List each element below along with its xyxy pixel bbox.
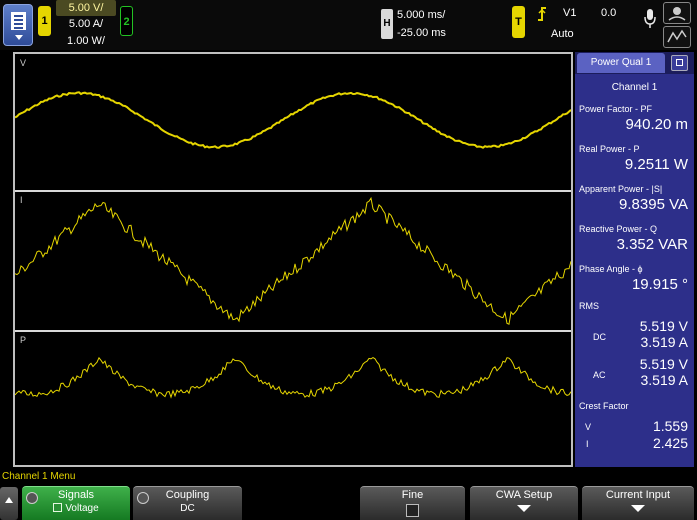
submenu-arrow-icon bbox=[517, 505, 531, 512]
current-pane-label: I bbox=[20, 195, 23, 205]
trigger-mode[interactable]: Auto bbox=[551, 28, 574, 40]
real-power-value: 9.2511 W bbox=[624, 156, 688, 173]
current-input-softkey[interactable]: Current Input bbox=[582, 486, 694, 520]
voltage-pane-label: V bbox=[20, 58, 27, 68]
signals-value-row: Voltage bbox=[22, 503, 130, 514]
current-input-label: Current Input bbox=[605, 489, 671, 501]
waveform-traces bbox=[15, 91, 571, 399]
scale-power[interactable]: 1.00 W/ bbox=[56, 33, 116, 49]
crest-i-label: I bbox=[586, 439, 589, 449]
pf-value: 940.20 m bbox=[625, 116, 688, 133]
real-power-label: Real Power - P bbox=[579, 144, 640, 154]
checkbox-icon bbox=[53, 503, 63, 512]
phase-angle-label: Phase Angle - ϕ bbox=[579, 264, 643, 274]
crest-i-value: 2.425 bbox=[652, 435, 688, 451]
auto-scale-button[interactable] bbox=[663, 26, 691, 48]
menu-up-button[interactable] bbox=[0, 487, 18, 520]
softkey-knob-icon bbox=[137, 492, 149, 504]
pf-label: Power Factor - PF bbox=[579, 104, 653, 114]
softkey-knob-icon bbox=[26, 492, 38, 504]
main-menu-button[interactable] bbox=[3, 4, 33, 46]
reactive-power-value: 3.352 VAR bbox=[616, 236, 688, 253]
panel-channel: Channel 1 bbox=[611, 82, 658, 93]
fine-checkbox-icon bbox=[406, 504, 419, 517]
trigger-level[interactable]: 0.0 bbox=[601, 7, 616, 19]
apparent-power-label: Apparent Power - |S| bbox=[579, 184, 663, 194]
channel-1-tag[interactable]: 1 bbox=[38, 6, 51, 36]
cwa-setup-softkey[interactable]: CWA Setup bbox=[470, 486, 578, 520]
power-quality-panel: Power Qual 1 Channel 1 Power Factor - PF… bbox=[575, 52, 694, 467]
coupling-label: Coupling bbox=[165, 489, 210, 501]
crest-v-label: V bbox=[585, 422, 592, 432]
chevron-down-icon bbox=[15, 35, 23, 40]
waveform-display[interactable]: V I P bbox=[13, 52, 573, 467]
signals-softkey[interactable]: Signals Voltage bbox=[22, 486, 130, 520]
ac-voltage: 5.519 V bbox=[639, 356, 688, 372]
fine-softkey[interactable]: Fine bbox=[360, 486, 465, 520]
signals-label: Signals bbox=[57, 489, 95, 501]
horizontal-delay[interactable]: -25.00 ms bbox=[397, 27, 446, 39]
panel-tabs: Power Qual 1 bbox=[575, 52, 694, 74]
submenu-arrow-icon bbox=[631, 505, 645, 512]
dc-voltage: 5.519 V bbox=[639, 318, 688, 334]
current-trace bbox=[15, 196, 571, 325]
fine-label: Fine bbox=[401, 489, 424, 501]
trigger-tag[interactable]: T bbox=[512, 6, 525, 38]
channel-2-tag[interactable]: 2 bbox=[120, 6, 133, 36]
phase-angle-value: 19.915 ° bbox=[631, 276, 688, 293]
power-pane-label: P bbox=[20, 335, 27, 345]
trigger-source[interactable]: V1 bbox=[563, 7, 576, 19]
pane-separator bbox=[15, 330, 571, 332]
tab-power-quality[interactable]: Power Qual 1 bbox=[577, 53, 665, 73]
panel-settings-icon[interactable] bbox=[671, 55, 688, 71]
reactive-power-label: Reactive Power - Q bbox=[579, 224, 658, 234]
scale-voltage[interactable]: 5.00 V/ bbox=[56, 0, 116, 16]
rms-label: RMS bbox=[579, 301, 599, 311]
signals-value: Voltage bbox=[65, 503, 99, 514]
menu-icon bbox=[11, 12, 26, 30]
coupling-value: DC bbox=[180, 503, 195, 514]
softkey-bar: Signals Voltage Coupling DC Fine CWA Set… bbox=[0, 484, 697, 520]
horizontal-tag[interactable]: H bbox=[381, 9, 393, 39]
scale-current[interactable]: 5.00 A/ bbox=[56, 16, 116, 32]
touch-toggle-button[interactable] bbox=[663, 2, 691, 24]
status-bar: 1 5.00 V/ 5.00 A/ 1.00 W/ 2 H 5.000 ms/ … bbox=[0, 0, 697, 50]
voltage-trace bbox=[15, 91, 571, 149]
trigger-edge-icon bbox=[536, 6, 548, 25]
cwa-setup-label: CWA Setup bbox=[495, 489, 553, 501]
dc-label: DC bbox=[593, 332, 606, 342]
pane-separator bbox=[15, 190, 571, 192]
ac-label: AC bbox=[593, 370, 606, 380]
ac-current: 3.519 A bbox=[640, 372, 689, 388]
coupling-softkey[interactable]: Coupling DC bbox=[133, 486, 242, 520]
power-trace bbox=[15, 356, 571, 399]
menu-title: Channel 1 Menu bbox=[2, 471, 76, 482]
microphone-icon[interactable] bbox=[643, 8, 657, 28]
dc-current: 3.519 A bbox=[640, 334, 689, 350]
time-per-div[interactable]: 5.000 ms/ bbox=[397, 9, 445, 21]
crest-v-value: 1.559 bbox=[652, 418, 688, 434]
crest-factor-label: Crest Factor bbox=[579, 401, 629, 411]
apparent-power-value: 9.8395 VA bbox=[619, 196, 688, 213]
